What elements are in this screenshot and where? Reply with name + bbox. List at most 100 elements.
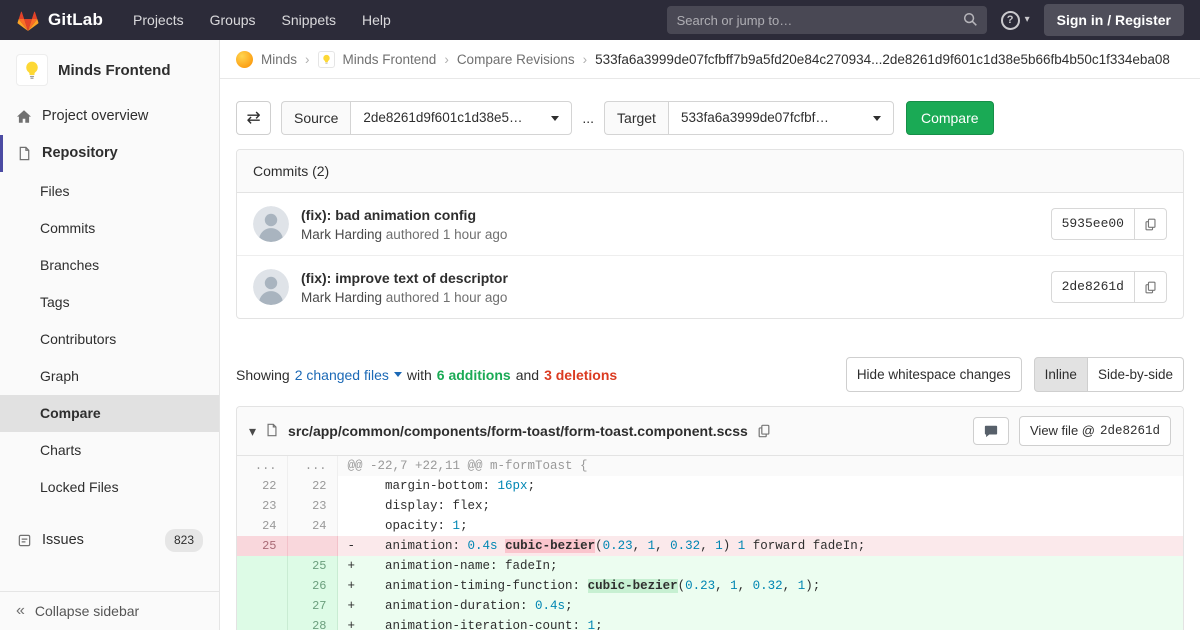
diff-code-cell: display: flex; [337, 496, 1183, 516]
diff-view-controls: Hide whitespace changes Inline Side-by-s… [846, 357, 1184, 392]
top-navbar: GitLab Projects Groups Snippets Help ? ▾… [0, 0, 1200, 40]
sidebar-item-graph[interactable]: Graph [0, 358, 219, 395]
target-ref-dropdown[interactable]: 533fa6a3999de07fcfbf… [668, 101, 894, 135]
toggle-comments-button[interactable] [973, 417, 1009, 445]
project-context-header[interactable]: Minds Frontend [0, 40, 219, 98]
nav-link-snippets[interactable]: Snippets [282, 12, 336, 28]
commit-title-link[interactable]: (fix): bad animation config [301, 207, 1039, 223]
new-line-number[interactable]: 28 [287, 616, 337, 630]
collapse-sidebar-button[interactable]: « Collapse sidebar [0, 591, 219, 630]
gitlab-home-link[interactable]: GitLab [16, 9, 103, 32]
help-dropdown[interactable]: ? ▾ [1001, 11, 1030, 30]
collapse-diff-caret-icon[interactable]: ▾ [249, 423, 256, 440]
sidebar-item-branches[interactable]: Branches [0, 247, 219, 284]
navbar-links: Projects Groups Snippets Help [133, 12, 391, 28]
nav-link-projects[interactable]: Projects [133, 12, 184, 28]
source-ref-dropdown[interactable]: 2de8261d9f601c1d38e5… [350, 101, 572, 135]
diff-file-path[interactable]: src/app/common/components/form-toast/for… [288, 423, 748, 439]
new-line-number[interactable]: 23 [287, 496, 337, 516]
sign-in-register-button[interactable]: Sign in / Register [1044, 4, 1184, 36]
sidebar-item-contributors[interactable]: Contributors [0, 321, 219, 358]
compare-revisions-form: ⇄ Source 2de8261d9f601c1d38e5… ... Targe… [236, 101, 1184, 135]
side-by-side-view-button[interactable]: Side-by-side [1088, 357, 1184, 392]
copy-icon [1144, 281, 1157, 294]
chevron-right-icon: › [305, 52, 310, 67]
range-separator: ... [582, 110, 594, 126]
diff-code-cell: margin-bottom: 16px; [337, 476, 1183, 496]
diff-code-cell: + animation-duration: 0.4s; [337, 596, 1183, 616]
sidebar-item-compare[interactable]: Compare [0, 395, 219, 432]
caret-down-icon [873, 116, 881, 121]
sidebar-item-label: Issues [42, 531, 84, 550]
project-mini-avatar [318, 51, 335, 68]
compare-page-content: ⇄ Source 2de8261d9f601c1d38e5… ... Targe… [220, 101, 1200, 630]
view-file-button[interactable]: View file @ 2de8261d [1019, 416, 1171, 446]
copy-file-path-button[interactable] [757, 424, 771, 438]
hide-whitespace-button[interactable]: Hide whitespace changes [846, 357, 1022, 392]
inline-view-button[interactable]: Inline [1034, 357, 1088, 392]
old-line-number[interactable]: 25 [237, 536, 287, 556]
changed-files-label: 2 changed files [295, 367, 389, 383]
commit-sha-link[interactable]: 5935ee00 [1051, 208, 1134, 240]
new-line-number[interactable] [287, 536, 337, 556]
new-line-number[interactable]: 26 [287, 576, 337, 596]
swap-revisions-button[interactable]: ⇄ [236, 101, 271, 135]
author-avatar[interactable] [253, 206, 289, 242]
file-icon [265, 423, 279, 440]
commit-author-link[interactable]: Mark Harding [301, 227, 382, 242]
breadcrumb: Minds › Minds Frontend › Compare Revisio… [220, 40, 1200, 79]
nav-link-groups[interactable]: Groups [210, 12, 256, 28]
breadcrumb-link-project[interactable]: Minds Frontend [343, 52, 437, 67]
old-line-number[interactable]: 24 [237, 516, 287, 536]
new-line-number[interactable]: 25 [287, 556, 337, 576]
copy-sha-button[interactable] [1134, 271, 1167, 303]
search-input[interactable] [667, 6, 987, 34]
commit-row: (fix): improve text of descriptor Mark H… [237, 255, 1183, 318]
old-line-number[interactable]: 23 [237, 496, 287, 516]
compare-button[interactable]: Compare [906, 101, 994, 135]
expand-diff-cell[interactable]: ... [287, 456, 337, 476]
sidebar-item-project-overview[interactable]: Project overview [0, 98, 219, 135]
commit-sha-link[interactable]: 2de8261d [1051, 271, 1134, 303]
gitlab-tanuki-icon [16, 9, 40, 32]
sidebar-item-charts[interactable]: Charts [0, 432, 219, 469]
project-avatar [16, 54, 48, 86]
diff-line-context: 2323 display: flex; [237, 496, 1183, 516]
commits-panel-header: Commits (2) [237, 150, 1183, 193]
search-box [667, 6, 987, 34]
old-line-number[interactable] [237, 596, 287, 616]
old-line-number[interactable] [237, 576, 287, 596]
copy-sha-button[interactable] [1134, 208, 1167, 240]
sidebar-item-repository[interactable]: Repository [0, 135, 219, 172]
new-line-number[interactable]: 22 [287, 476, 337, 496]
expand-diff-cell[interactable]: ... [237, 456, 287, 476]
sidebar-item-issues[interactable]: Issues 823 [0, 520, 219, 561]
sidebar-item-commits[interactable]: Commits [0, 210, 219, 247]
diff-line-add: 25+ animation-name: fadeIn; [237, 556, 1183, 576]
sidebar-item-files[interactable]: Files [0, 173, 219, 210]
changed-files-dropdown[interactable]: 2 changed files [295, 367, 402, 383]
project-sidebar: Minds Frontend Project overview Reposito… [0, 40, 220, 630]
commit-title-link[interactable]: (fix): improve text of descriptor [301, 270, 1039, 286]
showing-label: Showing [236, 367, 290, 383]
source-input-group: Source 2de8261d9f601c1d38e5… [281, 101, 572, 135]
breadcrumb-link-group[interactable]: Minds [261, 52, 297, 67]
breadcrumb-link-compare[interactable]: Compare Revisions [457, 52, 575, 67]
diff-line-context: 2222 margin-bottom: 16px; [237, 476, 1183, 496]
old-line-number[interactable] [237, 556, 287, 576]
sidebar-item-tags[interactable]: Tags [0, 284, 219, 321]
new-line-number[interactable]: 27 [287, 596, 337, 616]
sidebar-item-locked-files[interactable]: Locked Files [0, 469, 219, 506]
commit-author-link[interactable]: Mark Harding [301, 290, 382, 305]
old-line-number[interactable] [237, 616, 287, 630]
author-avatar[interactable] [253, 269, 289, 305]
person-icon [253, 269, 289, 305]
commits-panel: Commits (2) (fix): bad animation config … [236, 149, 1184, 319]
nav-link-help[interactable]: Help [362, 12, 391, 28]
diff-file-actions: View file @ 2de8261d [973, 416, 1171, 446]
new-line-number[interactable]: 24 [287, 516, 337, 536]
diff-line-add: 26+ animation-timing-function: cubic-bez… [237, 576, 1183, 596]
lightbulb-icon [321, 54, 332, 65]
diff-line-del: 25- animation: 0.4s cubic-bezier(0.23, 1… [237, 536, 1183, 556]
old-line-number[interactable]: 22 [237, 476, 287, 496]
